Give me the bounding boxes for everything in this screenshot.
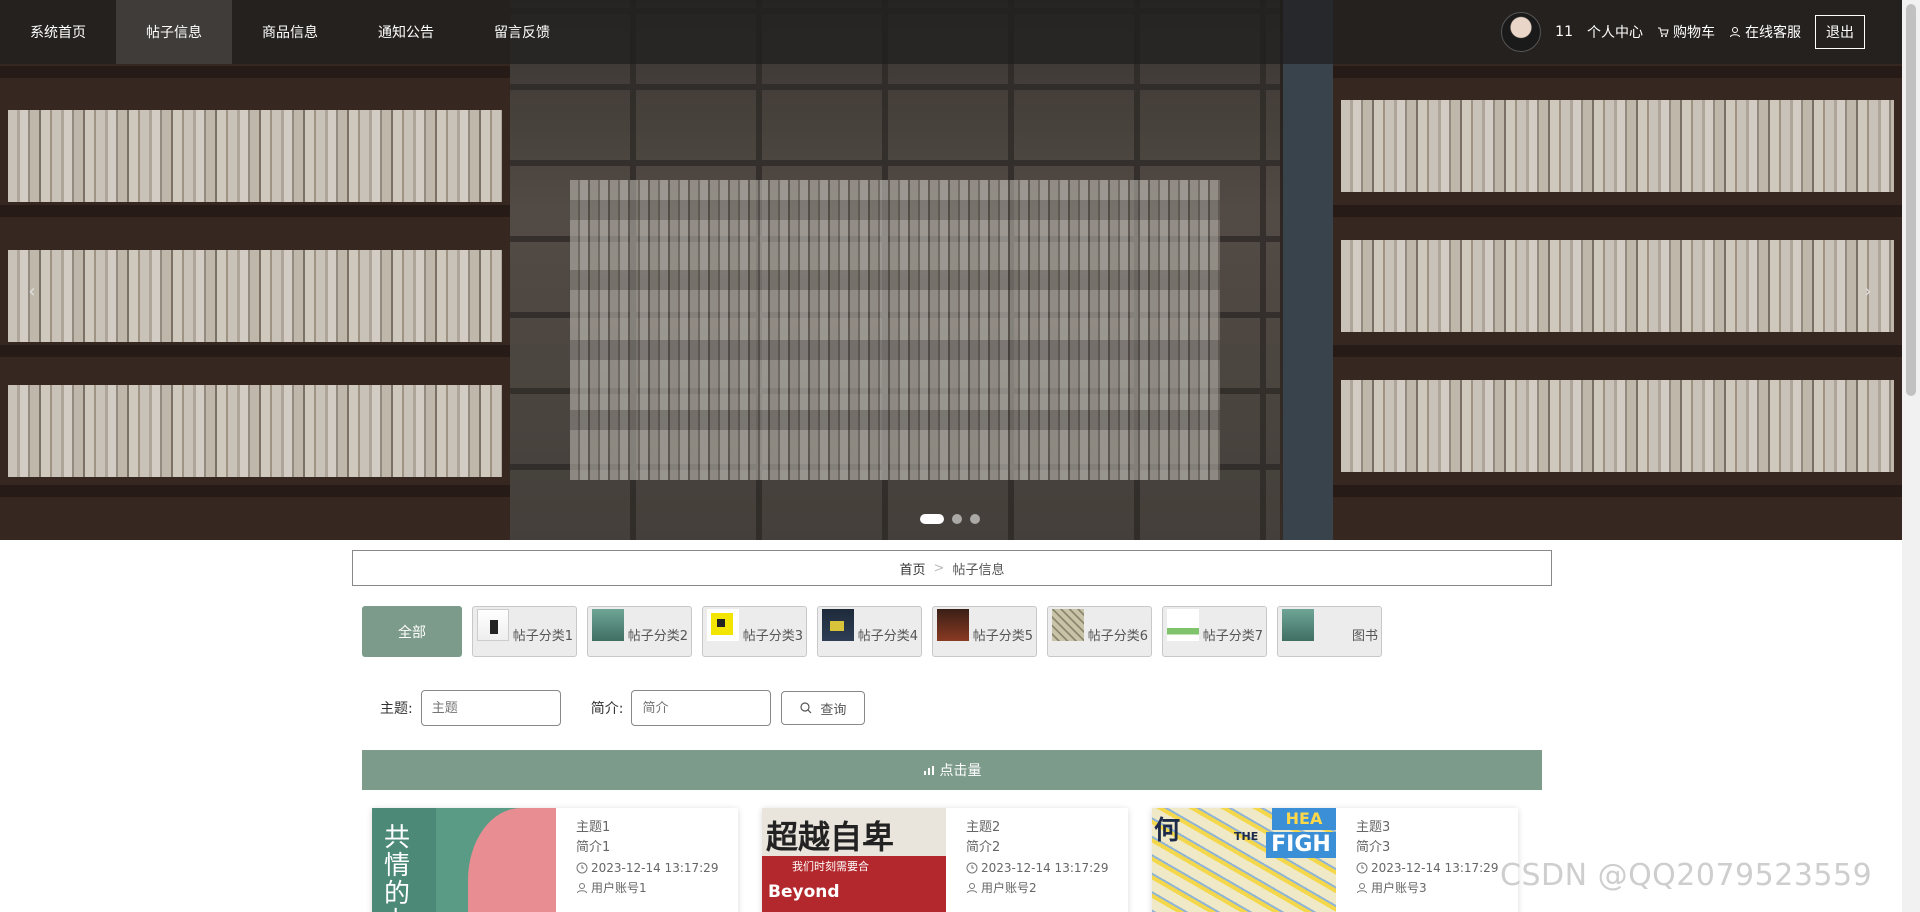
post-cover: 何 HEA THE FIGH — [1152, 808, 1336, 912]
category-all-button[interactable]: 全部 — [362, 606, 462, 657]
category-button-3[interactable]: 帖子分类3 — [702, 606, 807, 657]
chart-icon — [923, 766, 934, 775]
breadcrumb: 首页 > 帖子信息 — [352, 550, 1552, 586]
online-service-link[interactable]: 在线客服 — [1729, 22, 1801, 42]
user-icon — [967, 883, 977, 894]
category-button-7[interactable]: 帖子分类7 — [1162, 606, 1267, 657]
user-icon — [1357, 883, 1367, 894]
post-intro: 简介3 — [1356, 840, 1391, 855]
category-thumbnail — [592, 609, 624, 641]
clock-icon — [966, 862, 978, 874]
post-title: 主题3 — [1356, 820, 1391, 835]
cart-link[interactable]: 购物车 — [1657, 22, 1715, 42]
category-button-books[interactable]: 图书 — [1277, 606, 1382, 657]
post-info: 主题3 简介3 2023-12-14 13:17:29 用户账号3 — [1336, 808, 1498, 912]
watermark: CSDN @QQ2079523559 — [1500, 858, 1873, 893]
nav-item-notices[interactable]: 通知公告 — [348, 0, 464, 64]
post-intro: 简介2 — [966, 840, 1001, 855]
post-card[interactable]: 超越自卑 我们时刻需要合 Beyond 主题2 简介2 2023-12-14 1… — [762, 808, 1128, 912]
category-button-2[interactable]: 帖子分类2 — [587, 606, 692, 657]
post-user: 用户账号1 — [591, 881, 647, 895]
user-icon — [1730, 27, 1740, 38]
category-thumbnail — [1052, 609, 1084, 641]
category-button-6[interactable]: 帖子分类6 — [1047, 606, 1152, 657]
post-cover-english: Beyond — [768, 882, 840, 902]
breadcrumb-current: 帖子信息 — [952, 562, 1005, 578]
post-cover-english: FIGH — [1266, 832, 1336, 858]
post-time: 2023-12-14 13:17:29 — [981, 861, 1109, 875]
post-intro: 简介1 — [576, 840, 611, 855]
breadcrumb-separator: > — [933, 560, 945, 576]
category-thumbnail — [822, 609, 854, 641]
search-icon — [800, 702, 812, 714]
post-time: 2023-12-14 13:17:29 — [591, 861, 719, 875]
sort-by-clicks-bar[interactable]: 点击量 — [362, 750, 1542, 790]
logout-button[interactable]: 退出 — [1815, 15, 1865, 49]
cart-icon — [1658, 27, 1669, 37]
query-button[interactable]: 查询 — [781, 691, 866, 725]
post-cover-english: HEA — [1272, 808, 1336, 830]
post-cover-english: THE — [1234, 830, 1259, 843]
post-cover: 共情的力 — [372, 808, 556, 912]
page-scrollbar[interactable] — [1902, 0, 1920, 912]
category-button-1[interactable]: 帖子分类1 — [472, 606, 577, 657]
post-cover-text: 共情的力 — [384, 823, 411, 912]
breadcrumb-home[interactable]: 首页 — [900, 559, 926, 578]
nav-item-posts[interactable]: 帖子信息 — [116, 0, 232, 64]
carousel-dot-1[interactable] — [920, 514, 944, 524]
post-info: 主题2 简介2 2023-12-14 13:17:29 用户账号2 — [946, 808, 1108, 912]
post-list: 共情的力 主题1 简介1 2023-12-14 13:17:29 用户账号1 超… — [372, 808, 1518, 912]
nav-item-home[interactable]: 系统首页 — [0, 0, 116, 64]
personal-center-link[interactable]: 个人中心 — [1587, 22, 1643, 42]
nav-item-feedback[interactable]: 留言反馈 — [464, 0, 580, 64]
category-filter: 全部 帖子分类1 帖子分类2 帖子分类3 帖子分类4 帖子分类5 帖子分类6 帖… — [362, 606, 1382, 657]
category-button-5[interactable]: 帖子分类5 — [932, 606, 1037, 657]
post-cover-subtitle: 我们时刻需要合 — [792, 860, 869, 873]
clock-icon — [1356, 862, 1368, 874]
carousel-indicators — [920, 514, 980, 524]
post-title: 主题2 — [966, 820, 1001, 835]
intro-input[interactable] — [631, 690, 772, 726]
carousel-dot-3[interactable] — [970, 514, 980, 524]
intro-label: 简介: — [590, 701, 624, 717]
topic-input[interactable] — [420, 690, 561, 726]
topic-label: 主题: — [380, 701, 413, 717]
hero-carousel[interactable]: ‹ › — [0, 0, 1902, 540]
category-thumbnail — [1282, 609, 1314, 641]
avatar[interactable] — [1501, 12, 1542, 52]
search-form: 主题: 简介: 查询 — [380, 690, 866, 726]
carousel-prev-icon[interactable]: ‹ — [20, 280, 44, 304]
post-title: 主题1 — [576, 820, 611, 835]
post-user: 用户账号3 — [1371, 881, 1427, 895]
category-thumbnail — [1167, 609, 1199, 641]
carousel-dot-2[interactable] — [952, 514, 962, 524]
nav-item-products[interactable]: 商品信息 — [232, 0, 348, 64]
category-thumbnail — [937, 609, 969, 641]
top-nav: 系统首页 帖子信息 商品信息 通知公告 留言反馈 11 个人中心 购物车 在线客… — [0, 0, 1902, 64]
category-thumbnail — [477, 609, 509, 641]
category-thumbnail — [707, 609, 739, 641]
post-card[interactable]: 共情的力 主题1 简介1 2023-12-14 13:17:29 用户账号1 — [372, 808, 738, 912]
post-info: 主题1 简介1 2023-12-14 13:17:29 用户账号1 — [556, 808, 718, 912]
post-card[interactable]: 何 HEA THE FIGH 主题3 简介3 2023-12-14 13:17:… — [1152, 808, 1518, 912]
post-cover: 超越自卑 我们时刻需要合 Beyond — [762, 808, 946, 912]
clock-icon — [576, 862, 588, 874]
post-cover-text: 超越自卑 — [766, 818, 895, 856]
user-icon — [577, 883, 587, 894]
post-time: 2023-12-14 13:17:29 — [1371, 861, 1499, 875]
post-cover-text: 何 — [1154, 816, 1181, 846]
username[interactable]: 11 — [1555, 24, 1573, 40]
post-user: 用户账号2 — [981, 881, 1037, 895]
category-button-4[interactable]: 帖子分类4 — [817, 606, 922, 657]
nav-user-area: 11 个人中心 购物车 在线客服 退出 — [1501, 0, 1902, 64]
carousel-next-icon[interactable]: › — [1856, 280, 1880, 304]
